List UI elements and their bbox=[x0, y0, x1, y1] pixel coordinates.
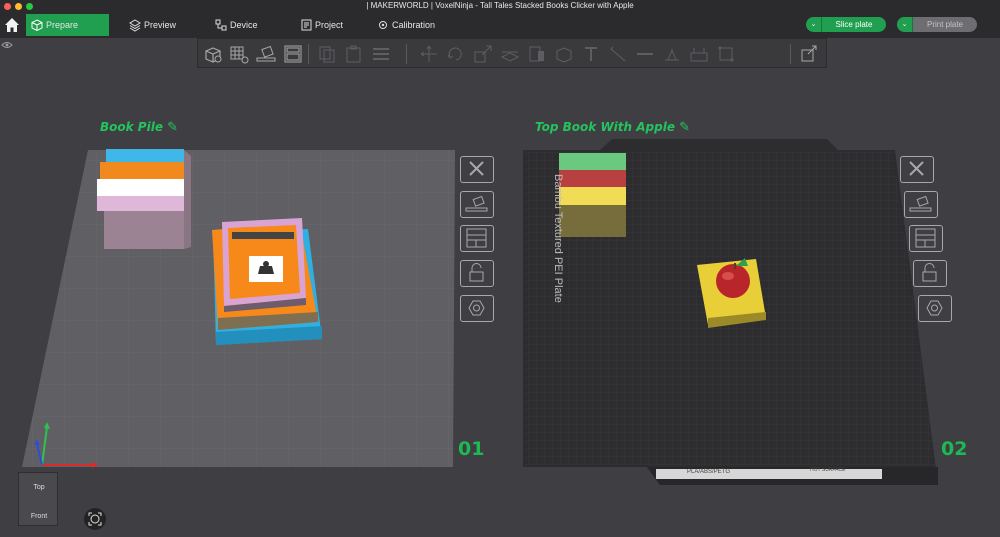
device-icon bbox=[215, 19, 227, 31]
auto-orient-plate-icon bbox=[909, 195, 932, 212]
paste-icon[interactable] bbox=[343, 43, 365, 65]
calibration-icon bbox=[379, 21, 387, 29]
bed-plate-name: Bambu Textured PEI Plate bbox=[552, 174, 564, 303]
assembly-icon[interactable] bbox=[715, 43, 737, 65]
copy-icon[interactable] bbox=[316, 43, 338, 65]
bed-filament-tag: PLA/ABS/PETG bbox=[687, 469, 731, 475]
close-window-button[interactable] bbox=[4, 3, 11, 10]
apple-on-book-object[interactable] bbox=[697, 258, 766, 328]
tab-prepare-label: Prepare bbox=[46, 20, 79, 30]
tab-preview[interactable]: Preview bbox=[124, 14, 194, 36]
plate-1-close-button[interactable] bbox=[460, 156, 494, 183]
object-toolbar bbox=[197, 38, 827, 68]
plate-1-settings-button[interactable] bbox=[460, 295, 494, 322]
plate-2-name: Top Book With Apple bbox=[535, 120, 675, 134]
plate-settings-icon bbox=[468, 300, 485, 316]
top-navbar: Prepare Preview Device Project Calibrati… bbox=[0, 12, 1000, 38]
recenter-view-button[interactable] bbox=[84, 508, 106, 530]
boolean-icon[interactable] bbox=[688, 43, 710, 65]
cube-icon bbox=[31, 19, 43, 32]
move-icon[interactable] bbox=[418, 43, 440, 65]
plate-2-title[interactable]: Top Book With Apple ✎ bbox=[535, 120, 690, 135]
home-button[interactable] bbox=[0, 12, 24, 38]
book-stack-block-object[interactable] bbox=[97, 149, 191, 249]
plate-settings-icon bbox=[926, 300, 943, 316]
lock-icon bbox=[469, 263, 484, 282]
arrange-plate-icon bbox=[915, 228, 936, 248]
close-icon bbox=[469, 161, 484, 176]
tab-preview-label: Preview bbox=[144, 20, 177, 30]
plate-1-arrange-button[interactable] bbox=[460, 225, 494, 252]
3d-viewport[interactable]: Book Pile ✎ 01 Top Book With Apple ✎ 02 … bbox=[0, 68, 1000, 537]
auto-orient-plate-icon bbox=[465, 195, 488, 212]
plate-2-number: 02 bbox=[941, 438, 968, 460]
tab-project-label: Project bbox=[315, 20, 344, 30]
tab-prepare[interactable]: Prepare bbox=[26, 14, 109, 36]
split-objects-icon[interactable] bbox=[370, 43, 392, 65]
plate-2-lock-button[interactable] bbox=[913, 260, 947, 287]
plate-2-settings-button[interactable] bbox=[918, 295, 952, 322]
stacked-books-object[interactable] bbox=[212, 218, 322, 345]
text-icon[interactable] bbox=[580, 43, 602, 65]
lock-icon bbox=[922, 263, 937, 282]
measure-icon[interactable] bbox=[607, 43, 629, 65]
cut-icon[interactable] bbox=[499, 43, 521, 65]
auto-orient-icon[interactable] bbox=[255, 43, 277, 65]
grid-icon[interactable] bbox=[228, 43, 250, 65]
color-paint-icon[interactable] bbox=[634, 43, 656, 65]
arrange-plate-icon bbox=[466, 228, 487, 248]
print-plate-label: Print plate bbox=[926, 20, 964, 29]
edit-pencil-icon[interactable]: ✎ bbox=[167, 120, 178, 135]
print-plate-button[interactable]: ⌄ Print plate bbox=[897, 17, 977, 32]
plate-1-title[interactable]: Book Pile ✎ bbox=[100, 120, 178, 135]
plate-2-arrange-button[interactable] bbox=[909, 225, 943, 252]
minimize-window-button[interactable] bbox=[15, 3, 22, 10]
print-dropdown-chevron-icon[interactable]: ⌄ bbox=[897, 17, 913, 32]
scale-icon[interactable] bbox=[472, 43, 494, 65]
slice-plate-button[interactable]: ⌄ Slice plate bbox=[806, 17, 886, 32]
project-icon bbox=[301, 19, 312, 31]
slice-dropdown-chevron-icon[interactable]: ⌄ bbox=[806, 17, 822, 32]
plate-1-auto-orient-button[interactable] bbox=[460, 191, 494, 218]
focus-target-icon bbox=[88, 512, 102, 526]
tab-project[interactable]: Project bbox=[295, 14, 357, 36]
arrange-icon[interactable] bbox=[282, 43, 304, 65]
tab-calibration-label: Calibration bbox=[392, 20, 436, 30]
top-book-block-object[interactable] bbox=[559, 153, 626, 237]
zoom-window-button[interactable] bbox=[26, 3, 33, 10]
add-cube-icon[interactable] bbox=[202, 43, 224, 65]
window-titlebar: | MAKERWORLD | VoxelNinja - Tall Tales S… bbox=[0, 0, 1000, 12]
seam-paint-icon[interactable] bbox=[553, 43, 575, 65]
view-navigation-cube[interactable]: Top Front bbox=[18, 472, 58, 526]
close-icon bbox=[909, 161, 924, 176]
emboss-icon[interactable] bbox=[661, 43, 683, 65]
plate-1-name: Book Pile bbox=[100, 120, 163, 134]
plate-1-number: 01 bbox=[458, 438, 485, 460]
tab-device-label: Device bbox=[230, 20, 258, 30]
bed-hot-surface-tag: HOT SURFACE bbox=[810, 467, 846, 473]
plate-2-close-button[interactable] bbox=[900, 156, 934, 183]
visibility-eye-icon[interactable] bbox=[0, 38, 14, 52]
support-paint-icon[interactable] bbox=[526, 43, 548, 65]
plate-1-lock-button[interactable] bbox=[460, 260, 494, 287]
tab-device[interactable]: Device bbox=[210, 14, 275, 36]
tab-calibration[interactable]: Calibration bbox=[372, 14, 452, 36]
plate-2-auto-orient-button[interactable] bbox=[904, 191, 938, 218]
slice-plate-label: Slice plate bbox=[835, 20, 873, 29]
navcube-top-face[interactable]: Top bbox=[19, 484, 59, 491]
layers-icon bbox=[129, 19, 141, 32]
slice-view-icon[interactable] bbox=[798, 43, 820, 65]
home-icon bbox=[5, 18, 19, 32]
navcube-front-face[interactable]: Front bbox=[19, 513, 59, 520]
edit-pencil-icon[interactable]: ✎ bbox=[679, 120, 690, 135]
rotate-icon[interactable] bbox=[445, 43, 467, 65]
window-title: | MAKERWORLD | VoxelNinja - Tall Tales S… bbox=[366, 1, 634, 10]
